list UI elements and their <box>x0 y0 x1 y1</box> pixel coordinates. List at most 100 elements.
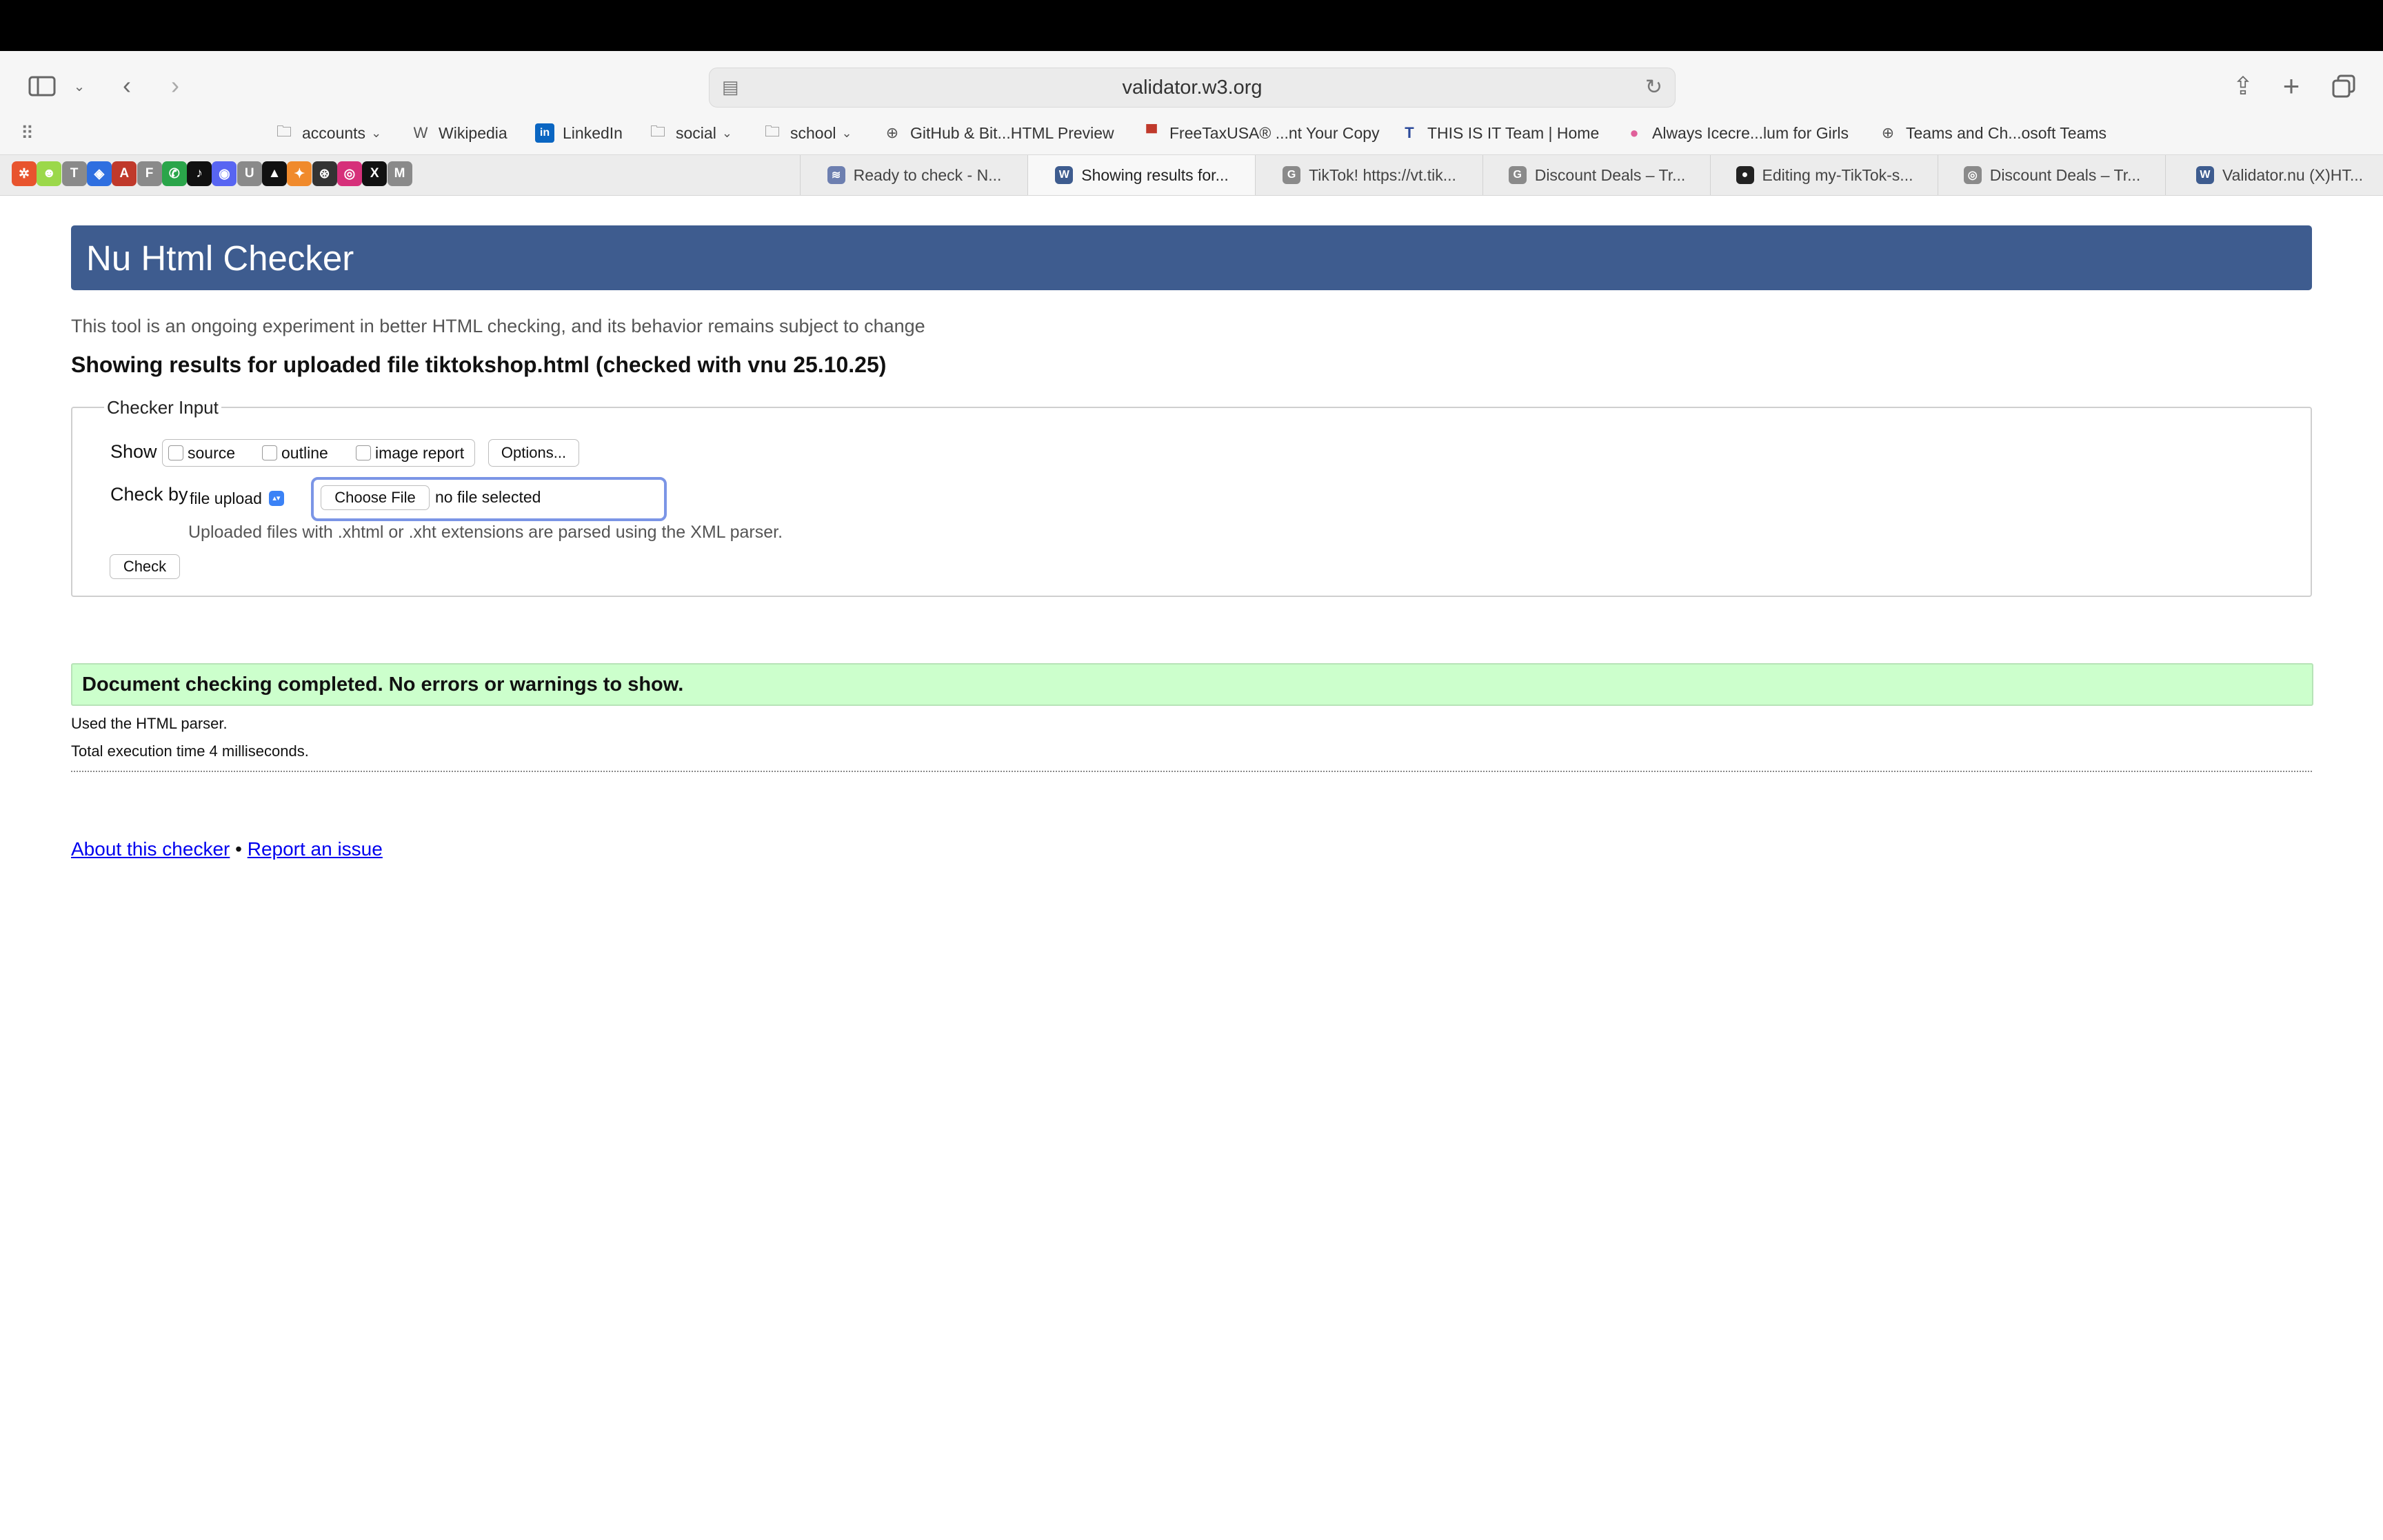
x-icon[interactable]: X <box>362 161 388 186</box>
results-heading: Showing results for uploaded file tiktok… <box>71 352 887 377</box>
outline-label[interactable]: outline <box>281 444 328 463</box>
bird-app-icon[interactable]: ✦ <box>287 161 312 186</box>
chevron-down-icon[interactable]: ⌄ <box>69 76 90 97</box>
page-menu-icon[interactable]: ▤ <box>722 77 739 98</box>
browser-tab[interactable]: ● Editing my-TikTok-s... <box>1710 155 1938 195</box>
tab-label: TikTok! https://vt.tik... <box>1309 165 1456 184</box>
favorite-item[interactable]: 🗀 accounts ⌄ <box>274 119 381 148</box>
smiley-app-icon[interactable]: ☻ <box>37 161 62 186</box>
tab-label: Discount Deals – Tr... <box>1989 165 2141 184</box>
g-letter-icon: G <box>1283 166 1301 184</box>
m-letter-icon[interactable]: M <box>387 161 412 186</box>
file-input[interactable]: Choose File no file selected <box>311 477 667 521</box>
discord-icon[interactable]: ◉ <box>212 161 237 186</box>
favorite-label: LinkedIn <box>563 123 623 142</box>
footer: About this checker • Report an issue <box>71 838 383 860</box>
validator-icon: W <box>1055 166 1074 184</box>
triangle-app-icon[interactable]: ▲ <box>262 161 287 186</box>
t-letter-icon[interactable]: T <box>61 161 87 186</box>
f-letter-icon[interactable]: F <box>137 161 162 186</box>
back-icon[interactable]: ‹ <box>112 70 142 101</box>
browser-tab[interactable]: W Showing results for... <box>1027 155 1256 195</box>
browser-tab[interactable]: W Validator.nu (X)HT... <box>2165 155 2383 195</box>
sidebar-toggle-icon[interactable] <box>25 69 59 103</box>
source-checkbox[interactable] <box>168 445 183 460</box>
compass-icon: ◎ <box>1963 166 1982 184</box>
favorite-item[interactable]: W Wikipedia <box>411 119 507 148</box>
asterisk-app-icon[interactable]: ✲ <box>12 161 37 186</box>
tab-overview-icon[interactable] <box>2326 69 2361 103</box>
instagram-icon[interactable]: ◎ <box>336 161 362 186</box>
new-tab-icon[interactable]: + <box>2274 69 2309 103</box>
folder-icon: 🗀 <box>764 123 780 140</box>
footer-separator: • <box>235 838 242 860</box>
validator-icon: W <box>2195 166 2214 184</box>
favorite-item[interactable]: ⊕ Teams and Ch...osoft Teams <box>1878 119 2107 148</box>
browser-tab[interactable]: ≋ Ready to check - N... <box>800 155 1028 195</box>
tab-label: Discount Deals – Tr... <box>1534 165 1686 184</box>
tab-label: Ready to check - N... <box>853 165 1002 184</box>
page-title: Nu Html Checker <box>86 239 354 278</box>
image-report-checkbox[interactable] <box>356 445 371 460</box>
favorite-item[interactable]: ⊕ GitHub & Bit...HTML Preview <box>883 119 1114 148</box>
source-label[interactable]: source <box>188 444 235 463</box>
image-report-label[interactable]: image report <box>375 444 464 463</box>
favorite-item[interactable]: 🗀 social ⌄ <box>648 119 732 148</box>
validator-icon: ≋ <box>827 166 845 184</box>
g-letter-icon: G <box>1508 166 1527 184</box>
favorite-item[interactable]: ● Always Icecre...lum for Girls <box>1625 119 1849 148</box>
choose-file-button[interactable]: Choose File <box>321 485 430 510</box>
favorite-item[interactable]: 🗀 school ⌄ <box>763 119 852 148</box>
check-by-select[interactable]: file upload ▴▾ <box>190 487 284 510</box>
team-icon: T <box>1405 124 1414 141</box>
tiktok-icon[interactable]: ♪ <box>187 161 212 186</box>
globe-icon: ⊕ <box>1881 124 1895 141</box>
favorite-label: accounts <box>302 123 366 142</box>
a-letter-icon[interactable]: A <box>112 161 137 186</box>
select-arrows-icon: ▴▾ <box>268 491 284 506</box>
favorite-label: THIS IS IT Team | Home <box>1427 123 1600 142</box>
address-bar[interactable]: ▤ validator.w3.org ↻ <box>709 68 1676 108</box>
outline-checkbox[interactable] <box>262 445 277 460</box>
apps-grid-icon[interactable]: ⠿ <box>21 123 34 144</box>
show-label: Show <box>110 441 157 462</box>
favorite-item[interactable]: T THIS IS IT Team | Home <box>1400 119 1599 148</box>
favorite-label: school <box>790 123 836 142</box>
favorite-label: social <box>676 123 716 142</box>
success-message: Document checking completed. No errors o… <box>82 673 684 696</box>
linkedin-icon: in <box>535 123 554 143</box>
u-letter-icon[interactable]: U <box>237 161 262 186</box>
checker-input-fieldset: Checker Input Show source outline image … <box>71 397 2312 597</box>
reload-icon[interactable]: ↻ <box>1645 75 1662 99</box>
tab-label: Showing results for... <box>1081 165 1229 184</box>
execution-time: Total execution time 4 milliseconds. <box>71 742 309 760</box>
check-button[interactable]: Check <box>110 554 180 579</box>
globe-icon: ⊕ <box>885 124 899 141</box>
browser-tab[interactable]: G Discount Deals – Tr... <box>1482 155 1711 195</box>
chevron-down-icon: ⌄ <box>721 125 732 140</box>
favorite-label: Wikipedia <box>439 123 507 142</box>
diamond-app-icon[interactable]: ◈ <box>86 161 112 186</box>
report-issue-link[interactable]: Report an issue <box>248 838 383 860</box>
tab-bar: ✲ ☻ T ◈ A F ✆ ♪ ◉ U ▲ ✦ ⊛ ◎ X M ≋ Ready to check - N... W S… <box>0 154 2383 195</box>
share-icon[interactable]: ⇪ <box>2226 69 2260 103</box>
intro-text: This tool is an ongoing experiment in be… <box>71 316 925 336</box>
favorite-item[interactable]: ▀ FreeTaxUSA® ...nt Your Copy <box>1142 119 1379 148</box>
browser-tab[interactable]: ◎ Discount Deals – Tr... <box>1938 155 2166 195</box>
about-link[interactable]: About this checker <box>71 838 230 860</box>
phone-icon[interactable]: ✆ <box>161 161 187 186</box>
options-button[interactable]: Options... <box>488 439 579 467</box>
chevron-down-icon: ⌄ <box>371 125 382 140</box>
github-icon: ● <box>1736 166 1754 184</box>
openai-icon[interactable]: ⊛ <box>312 161 337 186</box>
flag-icon: ▀ <box>1146 124 1157 141</box>
favorite-item[interactable]: in LinkedIn <box>535 119 623 148</box>
header-banner: Nu Html Checker <box>71 225 2312 290</box>
file-note: Uploaded files with .xhtml or .xht exten… <box>188 523 783 542</box>
show-options-group: source outline image report <box>162 439 475 467</box>
favorite-label: GitHub & Bit...HTML Preview <box>910 123 1114 142</box>
browser-tab[interactable]: G TikTok! https://vt.tik... <box>1255 155 1483 195</box>
favorite-label: Teams and Ch...osoft Teams <box>1906 123 2107 142</box>
forward-icon[interactable]: › <box>160 70 190 101</box>
browser-toolbar: ⌄ ‹ › ▤ validator.w3.org ↻ ⇪ + ⠿ 🗀 accoun… <box>0 51 2383 196</box>
